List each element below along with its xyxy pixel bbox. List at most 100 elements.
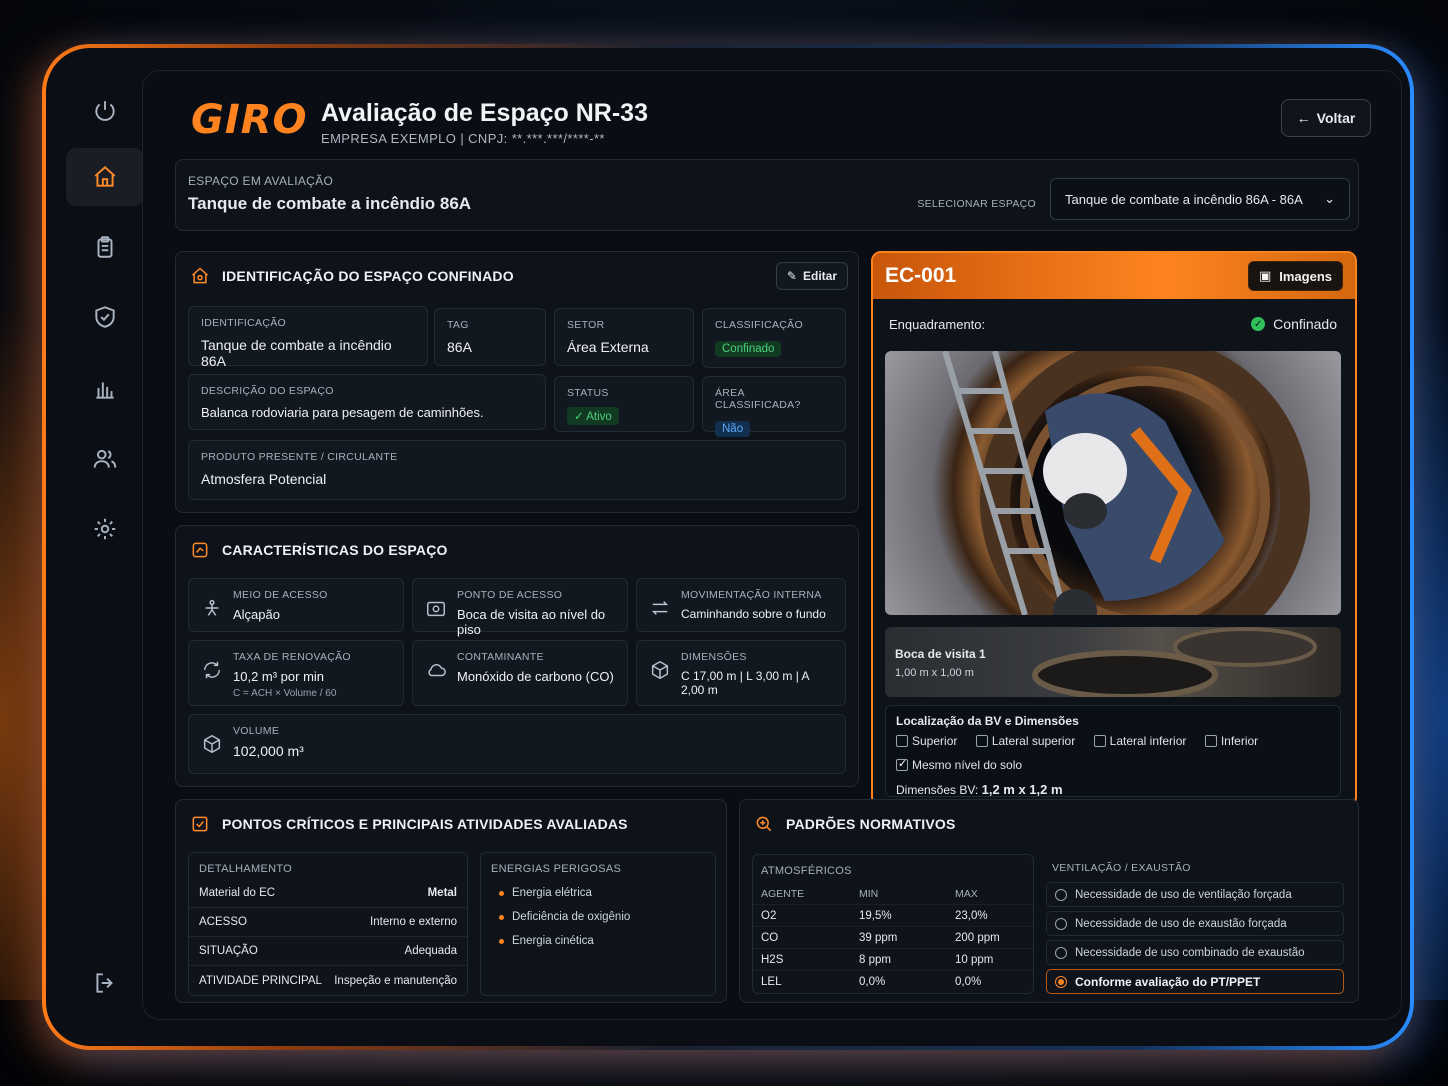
classified-area-cell: ÁREA CLASSIFICADA? Não bbox=[702, 376, 846, 437]
checkbox-superior[interactable]: Superior bbox=[896, 734, 957, 748]
refresh-icon bbox=[203, 661, 221, 679]
atmospheric-table: ATMOSFÉRICOS AGENTE MIN MAX O2 19,5% 23,0% C… bbox=[752, 854, 1034, 994]
confined-space-photo[interactable] bbox=[885, 351, 1341, 615]
framing-row: Enquadramento: ✓ Confinado bbox=[889, 316, 1337, 332]
volume-cube-icon bbox=[203, 734, 221, 754]
list-item: Energia cinética bbox=[499, 935, 705, 947]
worker-in-manhole-image bbox=[942, 351, 1310, 615]
dimensions-item: DIMENSÕES C 17,00 m | L 3,00 m | A 2,00 m bbox=[636, 640, 846, 706]
table-row: H2S 8 ppm 10 ppm bbox=[753, 949, 1033, 971]
gauge-icon bbox=[192, 542, 208, 558]
product-cell: PRODUTO PRESENTE / CIRCULANTE Atmosfera P… bbox=[188, 440, 846, 500]
logout-button[interactable] bbox=[66, 954, 144, 1012]
characteristics-panel: CARACTERÍSTICAS DO ESPAÇO MEIO DE ACESSO… bbox=[175, 525, 859, 787]
checkbox-lateral-inferior[interactable]: Lateral inferior bbox=[1093, 734, 1186, 748]
classified-area-badge: Não bbox=[715, 421, 751, 437]
space-select[interactable]: Tanque de combate a incêndio 86A - 86A ⌄ bbox=[1050, 178, 1350, 220]
details-table: DETALHAMENTO Material do EC Metal ACESSO I… bbox=[188, 852, 468, 996]
sidebar-item-clipboard[interactable] bbox=[66, 218, 144, 276]
table-row: ACESSO Interno e externo bbox=[189, 908, 467, 937]
tag-cell: TAG 86A bbox=[434, 308, 546, 366]
checkbox-ground-level[interactable]: Mesmo nível do solo bbox=[896, 757, 1022, 772]
radio-forced-ventilation[interactable]: Necessidade de uso de ventilação forçada bbox=[1046, 882, 1344, 907]
radio-combined-exhaust[interactable]: Necessidade de uso combinado de exaustão bbox=[1046, 940, 1344, 965]
status-badge: ✓ Ativo bbox=[567, 407, 619, 425]
table-row: O2 19,5% 23,0% bbox=[753, 905, 1033, 927]
arrow-left-icon: ← bbox=[1296, 110, 1311, 126]
status-cell: STATUS ✓ Ativo bbox=[554, 376, 694, 432]
list-item: Energia elétrica bbox=[499, 887, 705, 899]
clipboard-icon bbox=[97, 236, 113, 258]
sidebar-item-home[interactable] bbox=[66, 148, 144, 206]
table-header: AGENTE MIN MAX bbox=[753, 883, 1033, 905]
access-means-item: MEIO DE ACESSO Alçapão bbox=[188, 578, 404, 632]
sector-cell: SETOR Área Externa bbox=[554, 308, 694, 366]
id-cell: IDENTIFICAÇÃO Tanque de combate a incêndi… bbox=[188, 306, 428, 369]
bar-chart-icon bbox=[96, 382, 114, 399]
access-point-icon bbox=[427, 601, 445, 617]
table-row: CO 39 ppm 200 ppm bbox=[753, 927, 1033, 949]
select-space-label: SELECIONAR ESPAÇO bbox=[917, 198, 1036, 210]
identification-header: IDENTIFICAÇÃO DO ESPAÇO CONFINADO bbox=[190, 266, 514, 286]
checklist-icon bbox=[192, 816, 208, 832]
characteristics-header: CARACTERÍSTICAS DO ESPAÇO bbox=[190, 540, 448, 560]
manhole-card[interactable]: Boca de visita 1 1,00 m x 1,00 m bbox=[885, 627, 1341, 697]
manhole-cover-image bbox=[1032, 627, 1317, 697]
company-info: EMPRESA EXEMPLO | CNPJ: **.***.***/****-… bbox=[321, 131, 605, 146]
page-title: Avaliação de Espaço NR-33 bbox=[321, 99, 648, 127]
device-frame: GIRO Avaliação de Espaço NR-33 EMPRESA E… bbox=[42, 44, 1414, 1050]
description-cell: DESCRIÇÃO DO ESPAÇO Balanca rodoviaria pa… bbox=[188, 374, 546, 430]
table-row: SITUAÇÃO Adequada bbox=[189, 937, 467, 966]
manhole-location: Localização da BV e Dimensões Superior L… bbox=[885, 705, 1341, 797]
space-value: Tanque de combate a incêndio 86A bbox=[188, 194, 472, 213]
sidebar bbox=[60, 68, 144, 1018]
identification-panel: IDENTIFICAÇÃO DO ESPAÇO CONFINADO ✎ Edita… bbox=[175, 251, 859, 513]
classification-badge: Confinado bbox=[715, 341, 782, 357]
manhole-dimensions: Dimensões BV: 1,2 m x 1,2 m bbox=[896, 782, 1063, 797]
volume-item: VOLUME 102,000 m³ bbox=[188, 714, 846, 774]
users-icon bbox=[93, 449, 117, 468]
cloud-icon bbox=[428, 664, 446, 677]
critical-points-panel: PONTOS CRÍTICOS E PRINCIPAIS ATIVIDADES … bbox=[175, 799, 727, 1003]
device-screen: GIRO Avaliação de Espaço NR-33 EMPRESA E… bbox=[46, 48, 1410, 1046]
table-row: Material do EC Metal bbox=[189, 879, 467, 908]
image-icon: ▣ bbox=[1258, 268, 1272, 283]
ec-card: EC-001 ▣ Imagens Enquadramento: ✓ Confinad… bbox=[871, 251, 1357, 807]
ec-header: EC-001 ▣ Imagens bbox=[873, 253, 1355, 299]
hazardous-energies: ENERGIAS PERIGOSAS Energia elétrica Defi… bbox=[480, 852, 716, 996]
chevron-down-icon: ⌄ bbox=[1324, 191, 1335, 206]
home-icon bbox=[94, 165, 116, 187]
shield-check-icon bbox=[95, 306, 115, 328]
radio-pt-ppet[interactable]: Conforme avaliação do PT/PPET bbox=[1046, 969, 1344, 994]
sidebar-item-security[interactable] bbox=[66, 288, 144, 346]
sidebar-item-settings[interactable] bbox=[66, 500, 144, 558]
space-selector-bar: ESPAÇO EM AVALIAÇÃO Tanque de combate a … bbox=[175, 159, 1359, 231]
table-row: LEL 0,0% 0,0% bbox=[761, 976, 982, 988]
check-circle-icon: ✓ bbox=[1251, 317, 1266, 331]
critical-points-header: PONTOS CRÍTICOS E PRINCIPAIS ATIVIDADES … bbox=[190, 814, 628, 834]
power-icon[interactable] bbox=[66, 82, 144, 140]
location-title: Localização da BV e Dimensões bbox=[896, 714, 1079, 728]
home-shield-icon bbox=[192, 267, 208, 284]
checkbox-inferior[interactable]: Inferior bbox=[1204, 734, 1258, 748]
back-button[interactable]: ← Voltar bbox=[1281, 99, 1371, 137]
norms-panel: PADRÕES NORMATIVOS ATMOSFÉRICOS AGENTE MI… bbox=[739, 799, 1359, 1003]
pencil-icon: ✎ bbox=[786, 269, 797, 283]
radio-forced-exhaust[interactable]: Necessidade de uso de exaustão forçada bbox=[1046, 911, 1344, 936]
hatch-icon bbox=[205, 599, 219, 616]
sidebar-item-reports[interactable] bbox=[66, 360, 144, 418]
manhole-size: 1,00 m x 1,00 m bbox=[895, 667, 974, 679]
checkbox-lateral-superior[interactable]: Lateral superior bbox=[975, 734, 1075, 748]
logo: GIRO bbox=[191, 97, 308, 143]
arrows-swap-icon bbox=[651, 601, 669, 615]
images-button[interactable]: ▣ Imagens bbox=[1247, 261, 1343, 291]
logout-icon bbox=[96, 973, 113, 993]
list-item: Deficiência de oxigênio bbox=[499, 911, 705, 923]
sidebar-item-users[interactable] bbox=[66, 430, 144, 488]
internal-movement-item: MOVIMENTAÇÃO INTERNA Caminhando sobre o f… bbox=[636, 578, 846, 632]
main-panel: GIRO Avaliação de Espaço NR-33 EMPRESA E… bbox=[142, 70, 1402, 1020]
classification-cell: CLASSIFICAÇÃO Confinado bbox=[702, 308, 846, 368]
edit-button[interactable]: ✎ Editar bbox=[775, 262, 848, 290]
space-label: ESPAÇO EM AVALIAÇÃO bbox=[188, 174, 334, 188]
renewal-rate-item: TAXA DE RENOVAÇÃO 10,2 m³ por min C = ACH … bbox=[188, 640, 404, 706]
